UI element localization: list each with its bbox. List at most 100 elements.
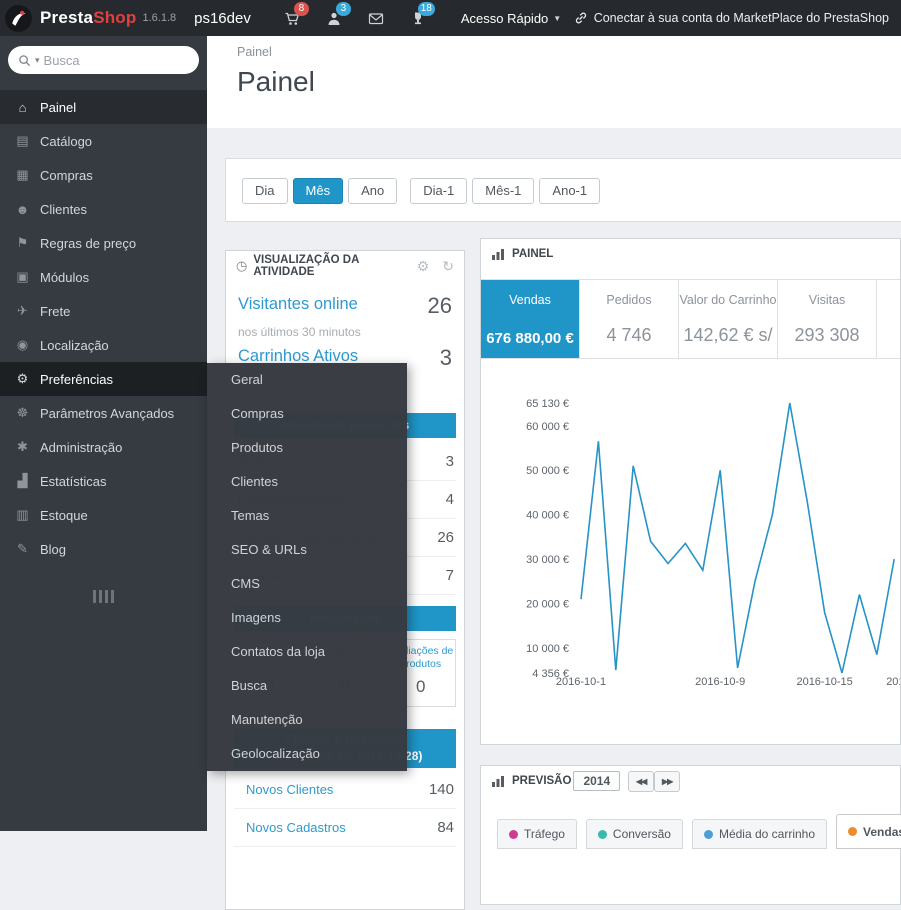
customers-button[interactable]: 3 bbox=[313, 0, 355, 36]
filter-dia-1-button[interactable]: Dia-1 bbox=[410, 178, 468, 204]
sidebar-collapse-handle[interactable] bbox=[0, 590, 207, 603]
forecast-panel-header: PREVISÃO 2014 ◀◀ ▶▶ bbox=[481, 766, 900, 796]
legend-media-do-carrinho[interactable]: Média do carrinho bbox=[691, 819, 828, 849]
sidebar-item-label: Preferências bbox=[40, 371, 113, 387]
shipping-icon: ✈ bbox=[17, 303, 28, 318]
submenu-item-busca[interactable]: Busca bbox=[207, 669, 407, 703]
submenu-item-cms[interactable]: CMS bbox=[207, 567, 407, 601]
sidebar-item-compras[interactable]: ▦ Compras bbox=[0, 158, 207, 192]
orders-icon: ▦ bbox=[16, 167, 29, 182]
customers-icon: ☻ bbox=[15, 201, 30, 217]
sidebar-item-localizacao[interactable]: ◉ Localização bbox=[0, 328, 207, 362]
submenu-item-compras[interactable]: Compras bbox=[207, 397, 407, 431]
tab-vendas[interactable]: Vendas 676 880,00 € bbox=[481, 280, 580, 358]
sidebar-item-label: Parâmetros Avançados bbox=[40, 405, 175, 421]
brand-wordmark: PrestaShop bbox=[40, 8, 137, 27]
filter-mes-button[interactable]: Mês bbox=[292, 178, 344, 204]
sidebar-item-administracao[interactable]: ✱ Administração bbox=[0, 430, 207, 464]
sidebar-item-label: Painel bbox=[40, 99, 77, 115]
marketplace-connect-link[interactable]: Conectar à sua conta do MarketPlace do P… bbox=[574, 11, 889, 25]
sidebar-item-estatisticas[interactable]: ▟ Estatísticas bbox=[0, 464, 207, 498]
breadcrumb: Painel bbox=[237, 45, 272, 59]
submenu-item-contatos-da-loja[interactable]: Contatos da loja bbox=[207, 635, 407, 669]
gear-icon: ⚙ bbox=[16, 371, 29, 386]
sidebar: ▾ ⌂ Painel ▤ Catálogo ▦ Compras ☻ Client… bbox=[0, 36, 207, 831]
page-header: Painel Painel bbox=[207, 36, 901, 128]
quick-access-dropdown[interactable]: Acesso Rápido ▼ bbox=[461, 11, 561, 26]
submenu-item-geral[interactable]: Geral bbox=[207, 363, 407, 397]
orders-cart-button[interactable]: 8 bbox=[271, 0, 313, 36]
svg-text:50 000 €: 50 000 € bbox=[526, 465, 569, 477]
svg-text:2016-10-9: 2016-10-9 bbox=[695, 676, 745, 688]
sidebar-item-label: Administração bbox=[40, 439, 123, 455]
sidebar-item-blog[interactable]: ✎ Blog bbox=[0, 532, 207, 566]
preferencias-submenu: Geral Compras Produtos Clientes Temas SE… bbox=[207, 363, 407, 771]
sidebar-item-label: Módulos bbox=[40, 269, 90, 285]
svg-text:65 130 €: 65 130 € bbox=[526, 398, 569, 410]
filter-mes-1-button[interactable]: Mês-1 bbox=[472, 178, 535, 204]
sidebar-item-regras-de-preco[interactable]: ⚑ Regras de preço bbox=[0, 226, 207, 260]
admin-icon: ✱ bbox=[17, 439, 28, 454]
sidebar-item-label: Estoque bbox=[40, 507, 88, 523]
filter-ano-1-button[interactable]: Ano-1 bbox=[539, 178, 601, 204]
legend-vendas[interactable]: Vendas bbox=[836, 814, 901, 849]
search-icon bbox=[19, 54, 31, 66]
sales-line-chart: 65 130 € 60 000 € 50 000 € 40 000 € 30 000 €… bbox=[526, 398, 901, 688]
clock-icon: ◷ bbox=[236, 258, 248, 273]
submenu-item-produtos[interactable]: Produtos bbox=[207, 431, 407, 465]
new-subscriptions-row: Novos Cadastros 84 bbox=[234, 809, 456, 847]
sidebar-item-modulos[interactable]: ▣ Módulos bbox=[0, 260, 207, 294]
svg-text:20 000 €: 20 000 € bbox=[526, 598, 569, 610]
tab-visitas[interactable]: Visitas 293 308 bbox=[778, 280, 877, 358]
envelope-icon bbox=[368, 12, 383, 24]
svg-text:2016-10-22: 2016-10-22 bbox=[886, 676, 901, 688]
search-scope-caret-icon[interactable]: ▾ bbox=[35, 55, 40, 66]
messages-button[interactable] bbox=[355, 0, 397, 36]
filter-dia-button[interactable]: Dia bbox=[242, 178, 288, 204]
sidebar-item-painel[interactable]: ⌂ Painel bbox=[0, 90, 207, 124]
sidebar-item-label: Regras de preço bbox=[40, 235, 137, 251]
submenu-item-temas[interactable]: Temas bbox=[207, 499, 407, 533]
online-visitors-link[interactable]: Visitantes online bbox=[238, 295, 358, 314]
chevron-down-icon: ▼ bbox=[553, 13, 562, 23]
panel-refresh-icon[interactable]: ↻ bbox=[442, 258, 454, 275]
shop-name: ps16dev bbox=[194, 9, 251, 27]
home-icon: ⌂ bbox=[18, 99, 27, 115]
submenu-item-manutencao[interactable]: Manutenção bbox=[207, 703, 407, 737]
submenu-item-imagens[interactable]: Imagens bbox=[207, 601, 407, 635]
sidebar-item-parametros-avancados[interactable]: ☸ Parâmetros Avançados bbox=[0, 396, 207, 430]
new-customers-row: Novos Clientes 140 bbox=[234, 771, 456, 809]
forecast-prev-button[interactable]: ◀◀ bbox=[628, 770, 655, 792]
link-icon bbox=[575, 12, 586, 24]
submenu-item-clientes[interactable]: Clientes bbox=[207, 465, 407, 499]
globe-icon: ◉ bbox=[16, 337, 29, 352]
sidebar-item-clientes[interactable]: ☻ Clientes bbox=[0, 192, 207, 226]
tab-pedidos[interactable]: Pedidos 4 746 bbox=[580, 280, 679, 358]
sidebar-item-preferencias[interactable]: ⚙ Preferências bbox=[0, 362, 207, 396]
filter-ano-button[interactable]: Ano bbox=[348, 178, 398, 204]
activity-panel-title: VISUALIZAÇÃO DA ATIVIDADE bbox=[253, 254, 359, 278]
svg-text:10 000 €: 10 000 € bbox=[526, 643, 569, 655]
sidebar-item-frete[interactable]: ✈ Frete bbox=[0, 294, 207, 328]
cogs-icon: ☸ bbox=[16, 405, 29, 420]
metric-tabs: Vendas 676 880,00 € Pedidos 4 746 Valor … bbox=[481, 279, 900, 359]
search-input[interactable] bbox=[43, 52, 189, 68]
stock-icon: ▥ bbox=[16, 507, 29, 522]
sidebar-item-catalogo[interactable]: ▤ Catálogo bbox=[0, 124, 207, 158]
submenu-item-seo-urls[interactable]: SEO & URLs bbox=[207, 533, 407, 567]
bar-chart-icon bbox=[491, 248, 505, 261]
panel-settings-gear-icon[interactable]: ⚙ bbox=[417, 258, 430, 275]
activity-panel-header: ◷ VISUALIZAÇÃO DA ATIVIDADE ⚙ ↻ bbox=[226, 251, 464, 281]
tab-valor-do-carrinho[interactable]: Valor do Carrinho 142,62 € s/ bbox=[679, 280, 778, 358]
sidebar-item-estoque[interactable]: ▥ Estoque bbox=[0, 498, 207, 532]
submenu-item-geolocalizacao[interactable]: Geolocalização bbox=[207, 737, 407, 771]
legend-trafego[interactable]: Tráfego bbox=[497, 819, 577, 849]
svg-text:2016-10-1: 2016-10-1 bbox=[556, 676, 606, 688]
page-title: Painel bbox=[237, 66, 315, 97]
active-carts-value: 3 bbox=[439, 345, 452, 370]
legend-conversao[interactable]: Conversão bbox=[585, 819, 683, 849]
forecast-next-button[interactable]: ▶▶ bbox=[654, 770, 681, 792]
badges-button[interactable]: 18 bbox=[397, 0, 439, 36]
dashboard-panel: PAINEL Vendas 676 880,00 € Pedidos 4 746… bbox=[480, 238, 901, 745]
price-tag-icon: ⚑ bbox=[16, 235, 29, 250]
